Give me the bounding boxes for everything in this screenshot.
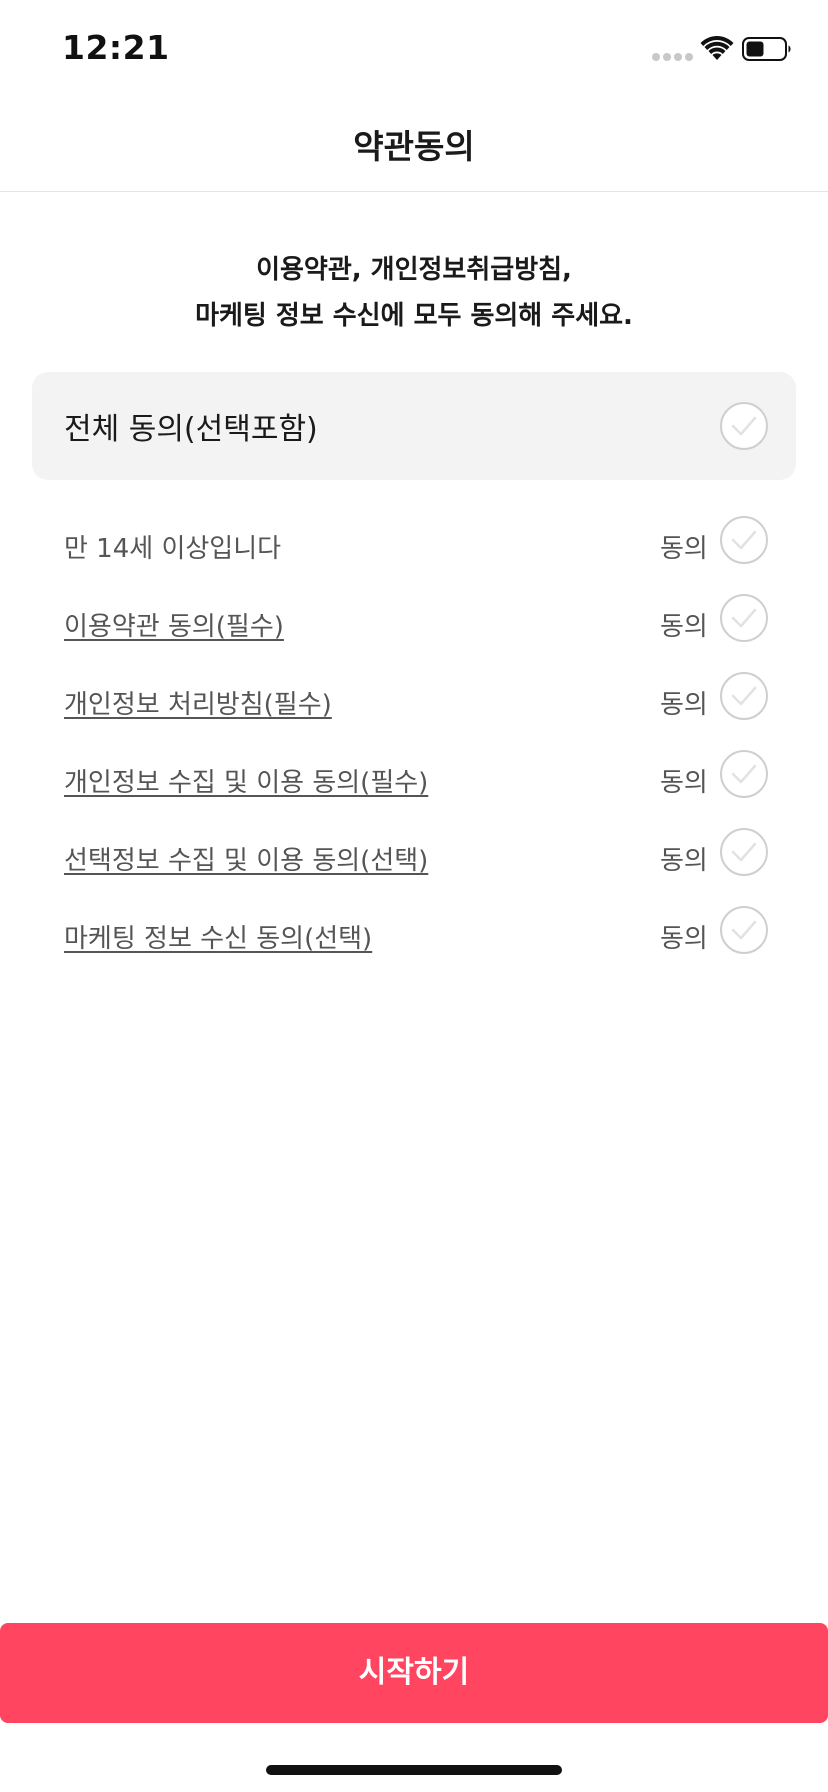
term-row-privacy-policy: 개인정보 처리방침(필수) 동의 [0, 662, 828, 740]
term-agree-text: 동의 [660, 690, 708, 720]
instruction-text: 이용약관, 개인정보취급방침, 마케팅 정보 수신에 모두 동의해 주세요. [0, 247, 828, 339]
term-agree-text: 동의 [660, 534, 708, 564]
term-row-marketing: 마케팅 정보 수신 동의(선택) 동의 [0, 896, 828, 974]
battery-icon [742, 37, 791, 61]
term-link-privacy-policy[interactable]: 개인정보 처리방침(필수) [64, 684, 332, 721]
start-button[interactable]: 시작하기 [0, 1623, 828, 1723]
check-icon [731, 920, 757, 940]
check-icon [731, 842, 757, 862]
term-checkbox-optional-info-collection[interactable] [720, 828, 768, 876]
term-agree-text: 동의 [660, 846, 708, 876]
check-icon [731, 608, 757, 628]
agree-all-label: 전체 동의(선택포함) [64, 412, 318, 447]
instruction-line-1: 이용약관, 개인정보취급방침, [256, 255, 572, 285]
term-row-age: 만 14세 이상입니다 동의 [0, 506, 828, 584]
term-link-optional-info-collection[interactable]: 선택정보 수집 및 이용 동의(선택) [64, 840, 428, 877]
check-icon [731, 530, 757, 550]
page-title: 약관동의 [353, 127, 475, 166]
term-label-age: 만 14세 이상입니다 [64, 534, 282, 564]
wifi-icon [700, 36, 734, 60]
instruction-line-2: 마케팅 정보 수신에 모두 동의해 주세요. [195, 301, 633, 331]
navigation-bar: 약관동의 [0, 96, 828, 192]
term-agree-text: 동의 [660, 924, 708, 954]
terms-agreement-screen: 12:21 약관동의 이용약관, 개인정보취급방침, 마케팅 정보 수신에 모두… [0, 0, 828, 1792]
term-link-marketing[interactable]: 마케팅 정보 수신 동의(선택) [64, 918, 372, 955]
check-icon [731, 686, 757, 706]
term-row-optional-info-collection: 선택정보 수집 및 이용 동의(선택) 동의 [0, 818, 828, 896]
status-time: 12:21 [62, 28, 170, 67]
status-bar: 12:21 [0, 0, 828, 96]
home-indicator [266, 1765, 562, 1775]
agree-all-checkbox[interactable] [720, 402, 768, 450]
term-link-terms-of-use[interactable]: 이용약관 동의(필수) [64, 606, 284, 643]
check-icon [731, 764, 757, 784]
check-icon [731, 416, 757, 436]
term-checkbox-age[interactable] [720, 516, 768, 564]
term-row-terms-of-use: 이용약관 동의(필수) 동의 [0, 584, 828, 662]
agree-all-row[interactable]: 전체 동의(선택포함) [32, 372, 796, 480]
term-checkbox-terms-of-use[interactable] [720, 594, 768, 642]
term-checkbox-marketing[interactable] [720, 906, 768, 954]
term-agree-text: 동의 [660, 612, 708, 642]
term-row-personal-info-collection: 개인정보 수집 및 이용 동의(필수) 동의 [0, 740, 828, 818]
terms-list: 만 14세 이상입니다 동의 이용약관 동의(필수) 동의 개인정보 처리방침(… [0, 506, 828, 974]
term-checkbox-privacy-policy[interactable] [720, 672, 768, 720]
term-link-personal-info-collection[interactable]: 개인정보 수집 및 이용 동의(필수) [64, 762, 428, 799]
term-checkbox-personal-info-collection[interactable] [720, 750, 768, 798]
cellular-signal-icon [652, 53, 693, 61]
term-agree-text: 동의 [660, 768, 708, 798]
